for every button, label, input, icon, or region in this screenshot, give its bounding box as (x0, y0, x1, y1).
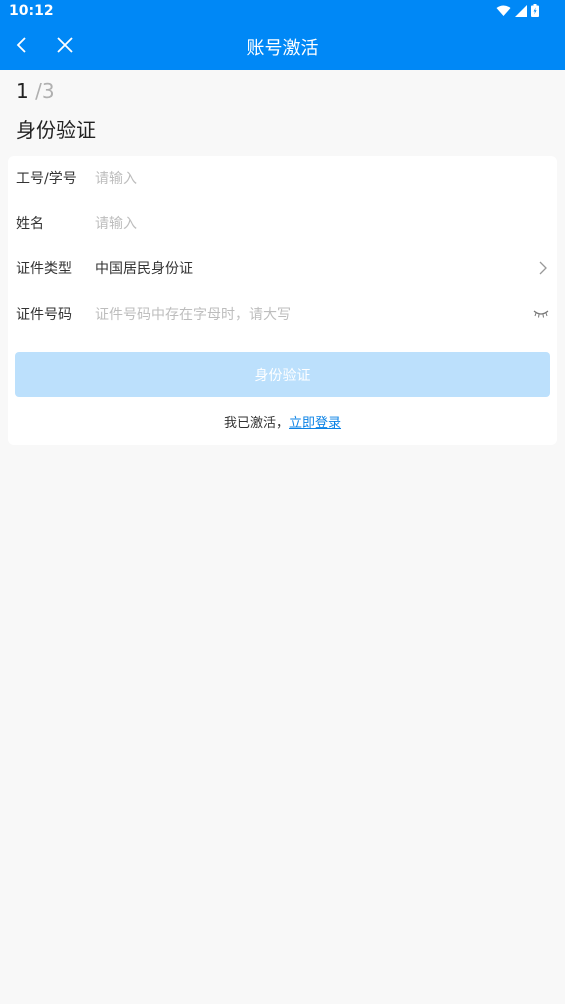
name-row[interactable]: 姓名 请输入 (8, 201, 557, 245)
battery-icon (531, 4, 539, 17)
eye-closed-icon[interactable] (533, 309, 549, 319)
verify-identity-button[interactable]: 身份验证 (15, 352, 550, 397)
id-type-row[interactable]: 证件类型 中国居民身份证 (8, 246, 557, 290)
chevron-right-icon[interactable] (537, 261, 549, 275)
status-icons (496, 4, 539, 17)
id-number-input[interactable]: 证件号码中存在字母时，请大写 (95, 304, 291, 324)
name-label: 姓名 (16, 216, 44, 232)
name-input[interactable]: 请输入 (95, 213, 137, 233)
activated-text: 我已激活， (223, 416, 289, 431)
employee-id-row[interactable]: 工号/学号 请输入 (8, 156, 557, 200)
login-link[interactable]: 立即登录 (289, 416, 341, 431)
employee-id-input[interactable]: 请输入 (95, 168, 137, 188)
step-total: /3 (35, 79, 55, 103)
verification-form: 工号/学号 请输入 姓名 请输入 证件类型 中国居民身份证 证件号码 证件号码中… (8, 156, 557, 445)
wifi-icon (496, 5, 511, 16)
id-type-label: 证件类型 (16, 261, 72, 277)
step-indicator: 1 /3 (16, 79, 55, 103)
id-type-select[interactable]: 中国居民身份证 (95, 258, 193, 278)
id-number-label: 证件号码 (16, 307, 72, 323)
section-title: 身份验证 (16, 118, 96, 142)
signal-icon (515, 4, 527, 17)
app-header: 10:12 账号激活 (0, 0, 565, 70)
employee-id-label: 工号/学号 (16, 171, 77, 187)
login-prompt: 我已激活，立即登录 (8, 412, 557, 431)
id-number-row[interactable]: 证件号码 证件号码中存在字母时，请大写 (8, 292, 557, 336)
page-title: 账号激活 (246, 38, 319, 59)
status-time: 10:12 (9, 3, 54, 19)
step-current: 1 (16, 79, 29, 103)
